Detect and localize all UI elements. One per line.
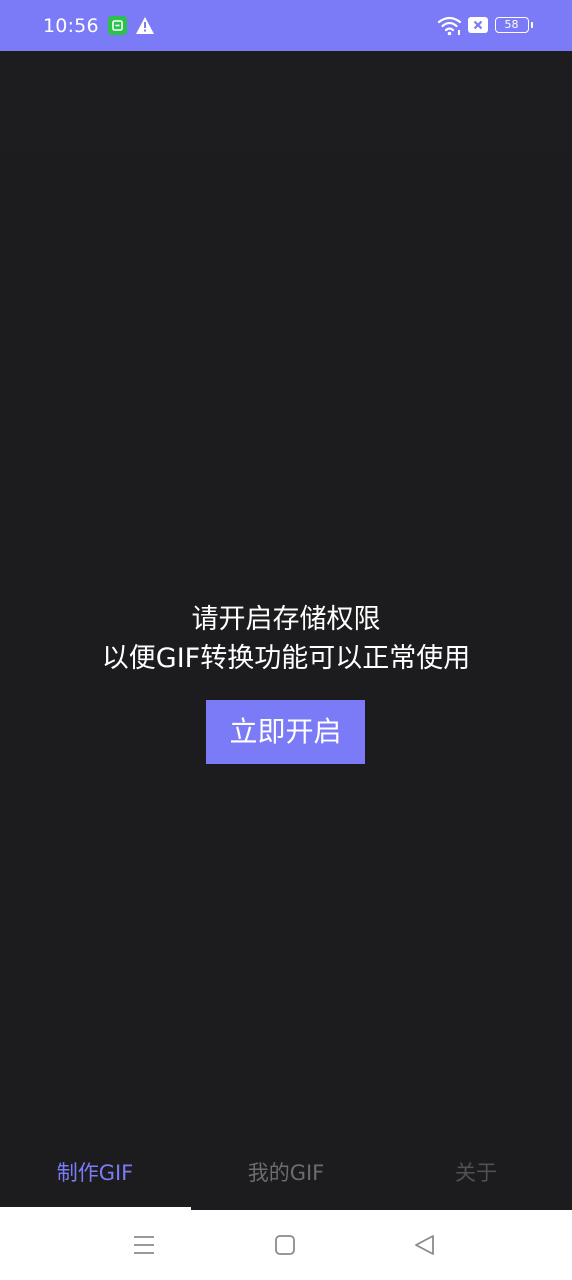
tab-make-gif[interactable]: 制作GIF [0,1145,190,1207]
tab-my-gif[interactable]: 我的GIF [191,1145,381,1207]
battery-icon: 58 [495,17,533,33]
header-band [0,51,572,153]
battery-level: 58 [504,18,519,31]
home-icon[interactable] [272,1232,298,1258]
permission-message-detail: 以便GIF转换功能可以正常使用 [101,643,471,674]
menu-icon[interactable] [131,1232,157,1258]
system-nav-bar [0,1210,572,1280]
tab-about[interactable]: 关于 [381,1145,571,1207]
bottom-tab-bar: 制作GIF 我的GIF 关于 [0,1145,572,1210]
status-time: 10:56 [43,15,99,37]
back-icon[interactable] [412,1232,438,1258]
warning-icon [135,16,155,35]
status-bar: 10:56 58 [0,0,572,51]
permission-message-title: 请开启存储权限 [191,604,381,635]
wifi-icon [437,15,462,36]
sim-icon [468,17,488,33]
enable-permission-button[interactable]: 立即开启 [206,700,365,764]
app-notification-icon [108,16,127,35]
